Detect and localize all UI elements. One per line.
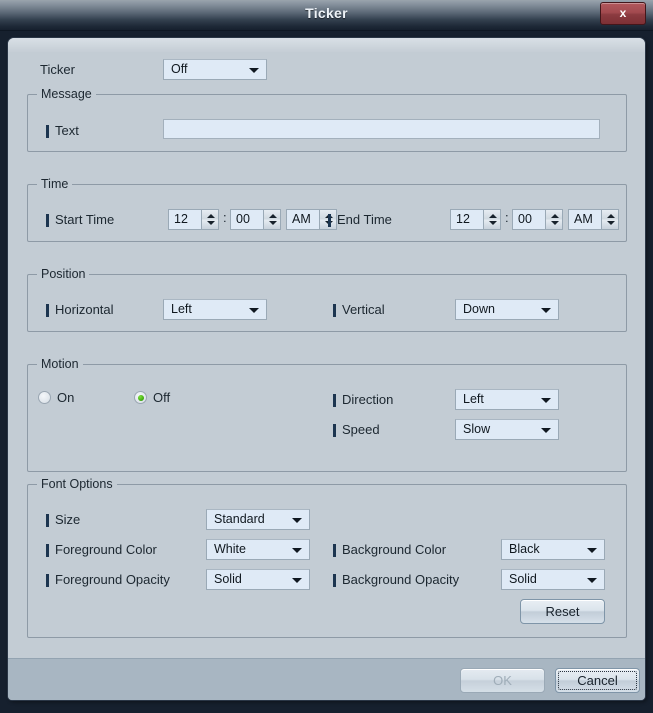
- background-opacity-label: Background Opacity: [333, 572, 459, 587]
- spin-up-icon[interactable]: [269, 214, 277, 218]
- close-icon[interactable]: x: [600, 2, 646, 25]
- vertical-select[interactable]: Down: [455, 299, 559, 320]
- foreground-opacity-label: Foreground Opacity: [46, 572, 170, 587]
- motion-on-radio[interactable]: On: [38, 390, 74, 405]
- background-color-value: Black: [509, 542, 540, 556]
- direction-select[interactable]: Left: [455, 389, 559, 410]
- radio-off-icon[interactable]: [38, 391, 51, 404]
- dialog-content: Ticker Off Message Text Time Start Time …: [8, 38, 645, 658]
- background-color-select[interactable]: Black: [501, 539, 605, 560]
- ticker-select[interactable]: Off: [163, 59, 267, 80]
- direction-label: Direction: [333, 392, 393, 407]
- chevron-down-icon: [541, 428, 551, 433]
- start-minute-stepper[interactable]: 00: [230, 209, 281, 230]
- time-group-title: Time: [37, 177, 73, 191]
- chevron-down-icon: [292, 518, 302, 523]
- vertical-select-value: Down: [463, 302, 495, 316]
- text-label: Text: [46, 123, 79, 138]
- font-options-group-title: Font Options: [37, 477, 117, 491]
- motion-group: Motion: [27, 357, 627, 472]
- spin-down-icon[interactable]: [489, 221, 497, 225]
- horizontal-select[interactable]: Left: [163, 299, 267, 320]
- background-opacity-value: Solid: [509, 572, 537, 586]
- start-minute-value[interactable]: 00: [230, 209, 263, 230]
- reset-button[interactable]: Reset: [520, 599, 605, 624]
- speed-select-value: Slow: [463, 422, 491, 436]
- end-hour-stepper[interactable]: 12: [450, 209, 501, 230]
- end-time-label: End Time: [328, 212, 392, 227]
- spin-up-icon[interactable]: [607, 214, 615, 218]
- chevron-down-icon: [292, 548, 302, 553]
- start-time-label: Start Time: [46, 212, 114, 227]
- vertical-label: Vertical: [333, 302, 385, 317]
- start-hour-spin-buttons[interactable]: [201, 209, 219, 230]
- chevron-down-icon: [587, 578, 597, 583]
- end-minute-stepper[interactable]: 00: [512, 209, 563, 230]
- start-minute-spin-buttons[interactable]: [263, 209, 281, 230]
- direction-select-value: Left: [463, 392, 484, 406]
- start-hour-stepper[interactable]: 12: [168, 209, 219, 230]
- radio-selected-icon[interactable]: [134, 391, 147, 404]
- start-time-colon: :: [223, 210, 227, 225]
- end-minute-spin-buttons[interactable]: [545, 209, 563, 230]
- speed-label: Speed: [333, 422, 380, 437]
- spin-down-icon[interactable]: [551, 221, 559, 225]
- background-opacity-select[interactable]: Solid: [501, 569, 605, 590]
- size-label: Size: [46, 512, 80, 527]
- motion-off-radio[interactable]: Off: [134, 390, 170, 405]
- window-title: Ticker: [305, 5, 348, 21]
- chevron-down-icon: [249, 68, 259, 73]
- spin-up-icon[interactable]: [551, 214, 559, 218]
- end-minute-value[interactable]: 00: [512, 209, 545, 230]
- start-meridiem-value[interactable]: AM: [286, 209, 319, 230]
- chevron-down-icon: [292, 578, 302, 583]
- spin-down-icon[interactable]: [207, 221, 215, 225]
- spin-up-icon[interactable]: [207, 214, 215, 218]
- horizontal-label: Horizontal: [46, 302, 114, 317]
- dialog-footer: OK Cancel: [8, 658, 645, 700]
- end-meridiem-stepper[interactable]: AM: [568, 209, 619, 230]
- message-text-input[interactable]: [163, 119, 600, 139]
- motion-off-label: Off: [153, 390, 171, 405]
- chevron-down-icon: [249, 308, 259, 313]
- foreground-opacity-select[interactable]: Solid: [206, 569, 310, 590]
- motion-group-title: Motion: [37, 357, 83, 371]
- cancel-button[interactable]: Cancel: [555, 668, 640, 693]
- end-hour-spin-buttons[interactable]: [483, 209, 501, 230]
- ticker-select-value: Off: [171, 62, 188, 76]
- end-meridiem-spin-buttons[interactable]: [601, 209, 619, 230]
- foreground-opacity-value: Solid: [214, 572, 242, 586]
- foreground-color-label: Foreground Color: [46, 542, 157, 557]
- chevron-down-icon: [587, 548, 597, 553]
- position-group-title: Position: [37, 267, 90, 281]
- ticker-dialog-window: Ticker x Ticker Off Message Text Time St…: [0, 0, 653, 713]
- horizontal-select-value: Left: [171, 302, 192, 316]
- end-meridiem-value[interactable]: AM: [568, 209, 601, 230]
- foreground-color-select[interactable]: White: [206, 539, 310, 560]
- spin-up-icon[interactable]: [489, 214, 497, 218]
- motion-on-label: On: [57, 390, 75, 405]
- title-bar: Ticker x: [0, 0, 653, 31]
- spin-down-icon[interactable]: [607, 221, 615, 225]
- end-hour-value[interactable]: 12: [450, 209, 483, 230]
- start-hour-value[interactable]: 12: [168, 209, 201, 230]
- ticker-label: Ticker: [40, 62, 75, 77]
- size-select[interactable]: Standard: [206, 509, 310, 530]
- dialog-panel: Ticker Off Message Text Time Start Time …: [8, 38, 645, 700]
- message-group-title: Message: [37, 87, 96, 101]
- background-color-label: Background Color: [333, 542, 446, 557]
- ok-button[interactable]: OK: [460, 668, 545, 693]
- end-time-colon: :: [505, 210, 509, 225]
- speed-select[interactable]: Slow: [455, 419, 559, 440]
- chevron-down-icon: [541, 308, 551, 313]
- size-select-value: Standard: [214, 512, 265, 526]
- spin-down-icon[interactable]: [269, 221, 277, 225]
- chevron-down-icon: [541, 398, 551, 403]
- foreground-color-value: White: [214, 542, 246, 556]
